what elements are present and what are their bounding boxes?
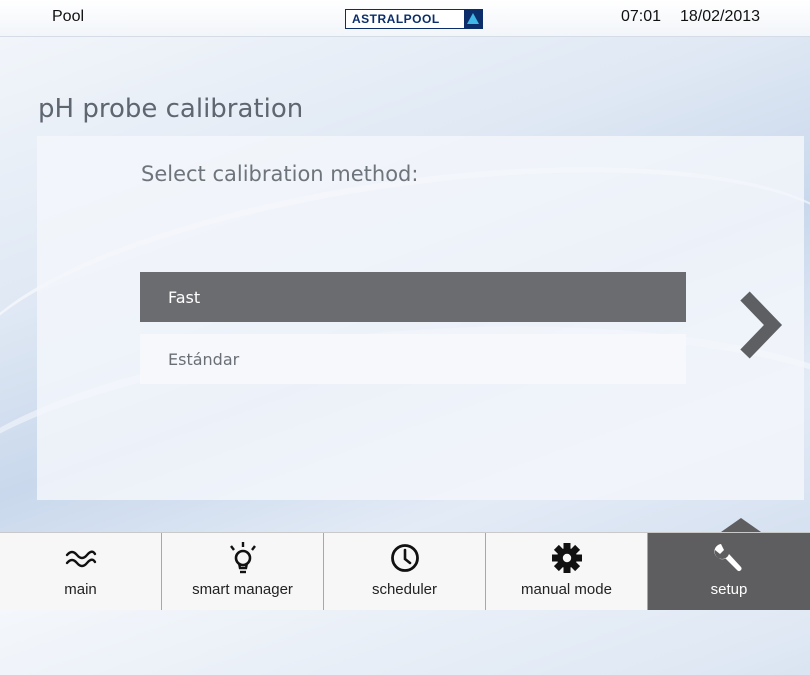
option-standard[interactable]: Estándar [140, 334, 686, 384]
nav-label: setup [710, 581, 748, 598]
wrench-icon [712, 533, 746, 583]
brand-name: ASTRALPOOL [352, 12, 440, 26]
option-fast[interactable]: Fast [140, 272, 686, 322]
nav-scheduler[interactable]: scheduler [324, 533, 486, 610]
clock-date: 18/02/2013 [680, 8, 761, 25]
clock-time: 07:01 [621, 8, 662, 25]
brand-logo: ASTRALPOOL [345, 9, 483, 29]
calibration-panel: Select calibration method: Fast Estándar [37, 136, 804, 500]
nav-label: main [64, 581, 97, 598]
nav-setup[interactable]: setup [648, 533, 810, 610]
gear-icon [550, 533, 584, 583]
option-label: Fast [168, 287, 201, 307]
next-button[interactable] [733, 290, 785, 360]
active-tab-notch [721, 518, 761, 532]
approx-wave-icon [64, 533, 98, 583]
location-label: Pool [52, 8, 85, 25]
bottom-nav: main smart manager scheduler manual mode… [0, 532, 810, 610]
nav-label: manual mode [521, 581, 612, 598]
nav-manual-mode[interactable]: manual mode [486, 533, 648, 610]
calibration-prompt: Select calibration method: [141, 162, 419, 186]
page-title: pH probe calibration [38, 94, 304, 124]
nav-main[interactable]: main [0, 533, 162, 610]
status-bar: Pool ASTRALPOOL 07:01 18/02/2013 [0, 0, 810, 37]
nav-smart-manager[interactable]: smart manager [162, 533, 324, 610]
lightbulb-icon [225, 533, 261, 583]
nav-label: scheduler [371, 581, 438, 598]
brand-mark-icon [464, 10, 482, 28]
nav-label: smart manager [192, 581, 293, 598]
option-label: Estándar [168, 349, 240, 369]
chevron-right-icon [740, 291, 783, 359]
clock-icon [389, 533, 421, 583]
